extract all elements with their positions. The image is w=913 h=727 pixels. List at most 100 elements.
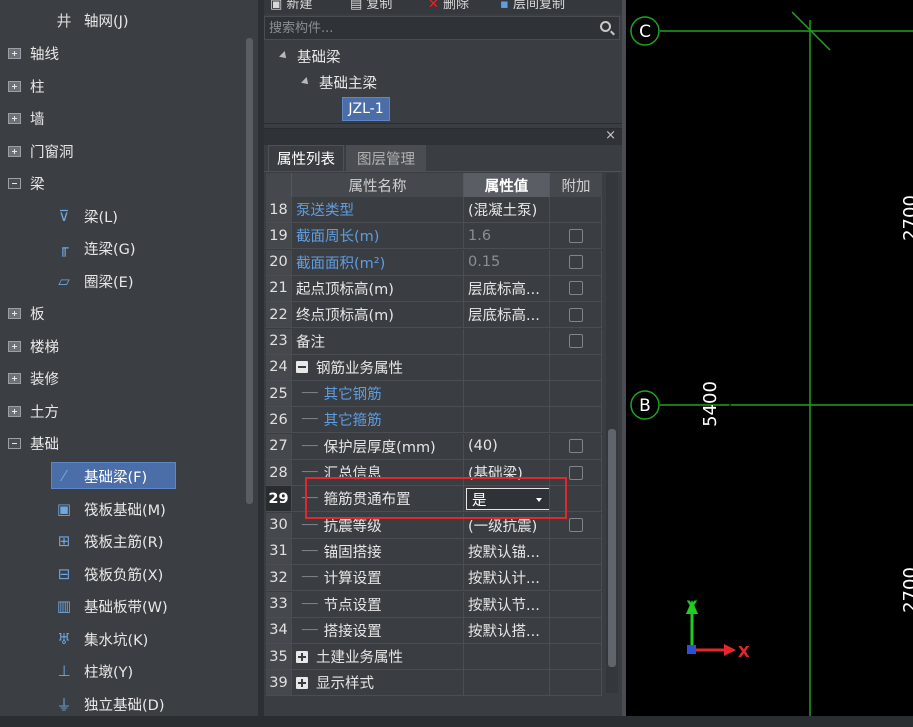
extra-checkbox[interactable] bbox=[568, 281, 583, 296]
property-row[interactable]: 21 起点顶标高(m) 层底标高... bbox=[266, 275, 604, 302]
property-row[interactable]: 39 显示样式 bbox=[266, 670, 604, 697]
tree-item[interactable]: ♅ 集水坑(K) bbox=[54, 627, 148, 651]
extra-checkbox[interactable] bbox=[568, 334, 583, 348]
drawing-canvas[interactable]: C B 5400 2700 2700 Y X bbox=[626, 0, 913, 716]
property-value-cell[interactable]: 0.15 bbox=[464, 249, 550, 276]
tree-item[interactable]: ╓ 连梁(G) bbox=[54, 236, 135, 260]
tree-item[interactable]: ▣ 筏板基础(M) bbox=[54, 497, 166, 521]
expand-icon[interactable] bbox=[8, 112, 21, 124]
property-value-cell[interactable] bbox=[464, 670, 550, 697]
property-value-cell[interactable] bbox=[464, 328, 550, 355]
expand-group-icon[interactable] bbox=[296, 676, 308, 689]
component-item-jzl-1[interactable]: JZL-1 bbox=[342, 97, 390, 121]
property-value-cell[interactable] bbox=[464, 354, 550, 381]
left-scrollbar[interactable] bbox=[246, 38, 253, 504]
property-row[interactable]: 27 ── 保护层厚度(mm) (40) bbox=[266, 433, 604, 460]
tree-item[interactable]: 装修 bbox=[8, 366, 59, 390]
layer-copy-button[interactable]: ▪ 层间复制 bbox=[500, 0, 565, 12]
row-number: 29 bbox=[266, 486, 292, 513]
property-value-cell[interactable]: 按默认计... bbox=[464, 565, 550, 592]
tree-item[interactable]: 土方 bbox=[8, 399, 59, 423]
property-row[interactable]: 32 ── 计算设置 按默认计... bbox=[266, 565, 604, 592]
tree-item[interactable]: ▥ 基础板带(W) bbox=[54, 594, 168, 618]
tree-item[interactable]: ⏚ 独立基础(D) bbox=[54, 692, 164, 716]
property-row[interactable]: 23 备注 bbox=[266, 328, 604, 355]
extra-checkbox[interactable] bbox=[568, 307, 583, 322]
tree-item[interactable]: 板 bbox=[8, 301, 45, 325]
property-row[interactable]: 33 ── 节点设置 按默认节... bbox=[266, 591, 604, 618]
property-value: 按默认节... bbox=[468, 597, 540, 614]
collapse-icon[interactable] bbox=[8, 437, 21, 449]
header-extra[interactable]: 附加 bbox=[550, 173, 602, 197]
tab-layer-management[interactable]: 图层管理 bbox=[346, 145, 426, 171]
property-value-cell[interactable]: 按默认搭... bbox=[464, 617, 550, 644]
property-row[interactable]: 20 截面面积(m²) 0.15 bbox=[266, 249, 604, 276]
tree-item[interactable]: ⊥ 柱墩(Y) bbox=[54, 659, 133, 683]
tree-item[interactable]: 墙 bbox=[8, 106, 45, 130]
expand-icon[interactable] bbox=[8, 405, 21, 417]
property-row[interactable]: 35 土建业务属性 bbox=[266, 644, 604, 671]
property-row[interactable]: 25 ── 其它钢筋 bbox=[266, 381, 604, 408]
header-property-value[interactable]: 属性值 bbox=[464, 173, 550, 197]
property-value-cell[interactable]: 按默认节... bbox=[464, 591, 550, 618]
new-button[interactable]: ▣ 新建 bbox=[270, 0, 312, 12]
property-value-cell[interactable]: 1.6 bbox=[464, 223, 550, 250]
tree-item[interactable]: ⊽ 梁(L) bbox=[54, 204, 118, 228]
close-icon[interactable]: × bbox=[605, 129, 616, 143]
tree-node-main-beam[interactable]: 基础主梁 bbox=[301, 70, 377, 94]
tree-item[interactable]: ▱ 圈梁(E) bbox=[54, 269, 133, 293]
tree-item[interactable]: ⊟ 筏板负筋(X) bbox=[54, 562, 164, 586]
expand-icon[interactable] bbox=[8, 372, 21, 384]
property-name-cell: 钢筋业务属性 bbox=[292, 354, 464, 381]
expand-group-icon[interactable] bbox=[296, 650, 308, 663]
tree-node-foundation-beam[interactable]: 基础梁 bbox=[279, 44, 341, 68]
header-property-name[interactable]: 属性名称 bbox=[292, 173, 464, 197]
property-value-cell[interactable]: (40) bbox=[464, 433, 550, 460]
property-name-cell: 截面周长(m) bbox=[292, 223, 464, 250]
collapse-group-icon[interactable] bbox=[296, 361, 308, 374]
tree-item[interactable]: 楼梯 bbox=[8, 334, 59, 358]
delete-button[interactable]: ✕ 删除 bbox=[428, 0, 469, 12]
extra-checkbox[interactable] bbox=[568, 465, 583, 480]
expand-icon[interactable] bbox=[8, 47, 21, 59]
collapse-icon[interactable] bbox=[8, 177, 21, 189]
expanded-triangle-icon[interactable] bbox=[279, 51, 289, 61]
search-input[interactable] bbox=[269, 18, 589, 38]
tree-item[interactable]: 轴线 bbox=[8, 41, 59, 65]
expanded-triangle-icon[interactable] bbox=[301, 77, 311, 87]
expand-icon[interactable] bbox=[8, 80, 21, 92]
expand-icon[interactable] bbox=[8, 145, 21, 157]
expand-icon[interactable] bbox=[8, 307, 21, 319]
extra-checkbox[interactable] bbox=[568, 518, 583, 533]
tree-item[interactable]: 门窗洞 bbox=[8, 139, 74, 163]
extra-checkbox[interactable] bbox=[568, 255, 583, 270]
property-row[interactable]: 19 截面周长(m) 1.6 bbox=[266, 223, 604, 250]
property-row[interactable]: 18 泵送类型 (混凝土泵) bbox=[266, 197, 604, 223]
copy-button[interactable]: ▤ 复制 bbox=[350, 0, 392, 12]
property-row[interactable]: 34 ── 搭接设置 按默认搭... bbox=[266, 617, 604, 644]
tree-item[interactable]: 柱 bbox=[8, 74, 45, 98]
property-row[interactable]: 26 ── 其它箍筋 bbox=[266, 407, 604, 434]
tree-item[interactable]: 基础 bbox=[8, 431, 59, 455]
property-value-cell[interactable] bbox=[464, 644, 550, 671]
property-row[interactable]: 24 钢筋业务属性 bbox=[266, 354, 604, 381]
tab-property-list[interactable]: 属性列表 bbox=[268, 145, 344, 171]
property-row[interactable]: 22 终点顶标高(m) 层底标高... bbox=[266, 302, 604, 329]
tree-item[interactable]: ⁄ 基础梁(F) bbox=[54, 464, 147, 488]
row-number: 18 bbox=[266, 197, 292, 223]
property-value-cell[interactable]: 层底标高... bbox=[464, 275, 550, 302]
property-value-cell[interactable]: 层底标高... bbox=[464, 302, 550, 329]
property-value-cell[interactable]: (混凝土泵) bbox=[464, 197, 550, 223]
tree-item[interactable]: ⊞ 筏板主筋(R) bbox=[54, 529, 164, 553]
property-value-cell[interactable]: 按默认锚... bbox=[464, 538, 550, 565]
extra-checkbox[interactable] bbox=[568, 439, 583, 454]
property-value-cell[interactable] bbox=[464, 381, 550, 408]
extra-checkbox[interactable] bbox=[568, 228, 583, 243]
property-row[interactable]: 31 ── 锚固搭接 按默认锚... bbox=[266, 538, 604, 565]
property-value-cell[interactable] bbox=[464, 407, 550, 434]
tree-item[interactable]: 井轴网(J) bbox=[54, 8, 128, 32]
expand-icon[interactable] bbox=[8, 340, 21, 352]
tree-item[interactable]: 梁 bbox=[8, 171, 45, 195]
search-icon[interactable] bbox=[600, 21, 611, 32]
property-scrollbar-thumb[interactable] bbox=[608, 429, 616, 667]
